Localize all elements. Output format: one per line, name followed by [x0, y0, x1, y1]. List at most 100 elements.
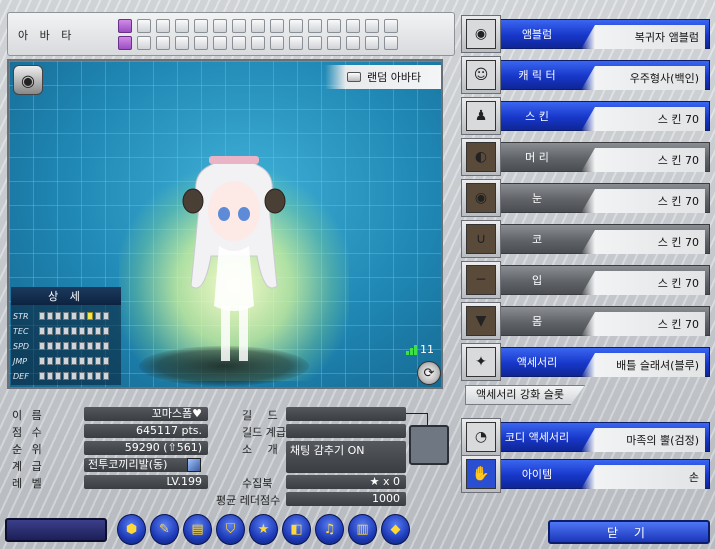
rotate-view-button[interactable]: ⟳: [417, 361, 441, 385]
stat-cell: [103, 357, 109, 365]
close-button[interactable]: 닫 기: [548, 520, 710, 544]
avatar-slot[interactable]: [327, 36, 341, 50]
avatar-slot[interactable]: [289, 36, 303, 50]
avatar-slot[interactable]: [175, 36, 189, 50]
ladder-value: 1000: [286, 492, 406, 506]
category-hair[interactable]: ◐ 머 리 스 킨 70: [461, 138, 710, 176]
toolbar-button[interactable]: ◆: [381, 514, 410, 545]
avatar-slot[interactable]: [346, 36, 360, 50]
stat-row: JMP: [13, 354, 109, 368]
checkbox[interactable]: [347, 72, 361, 82]
random-avatar-label: 랜덤 아바타: [367, 71, 422, 84]
category-value: 손: [581, 465, 705, 489]
hexagon-icon: ⬢: [125, 522, 138, 537]
toolbar-button[interactable]: ⛉: [216, 514, 245, 545]
intro-value: 채팅 감추기 ON: [286, 441, 406, 473]
avatar-slot[interactable]: [213, 36, 227, 50]
avatar-slot[interactable]: [251, 36, 265, 50]
signal-bars-icon: [406, 344, 417, 355]
category-label: 머 리: [525, 151, 549, 164]
stat-cell: [47, 312, 53, 320]
avatar-slot[interactable]: [232, 19, 246, 33]
avatar-slot[interactable]: [365, 19, 379, 33]
toolbar-button[interactable]: ◧: [282, 514, 311, 545]
card-icon: ◆: [390, 522, 401, 537]
avatar-slot[interactable]: [175, 19, 189, 33]
stat-cell: [55, 372, 61, 380]
toolbar-button[interactable]: ♫: [315, 514, 344, 545]
stat-cell: [103, 312, 109, 320]
stat-cell: [103, 342, 109, 350]
toolbar: ⬢ ✎ ▤ ⛉ ★ ◧ ♫ ▥ ◆: [117, 514, 410, 545]
avatar-slot[interactable]: [137, 36, 151, 50]
stat-cell: [79, 372, 85, 380]
avatar-slot[interactable]: [308, 19, 322, 33]
avatar-slot[interactable]: [270, 36, 284, 50]
category-icon-frame: ─: [461, 261, 501, 299]
stat-cell: [95, 327, 101, 335]
avatar-slot[interactable]: [384, 19, 398, 33]
avatar-slot[interactable]: [365, 36, 379, 50]
level-value: LV.199: [84, 475, 208, 489]
category-codi[interactable]: ◔ 코디 액세서리 마족의 뿔(검정): [461, 418, 710, 456]
avatar-slot[interactable]: [137, 19, 151, 33]
stat-cell: [95, 312, 101, 320]
chat-input-bar[interactable]: [5, 518, 107, 542]
stat-row: STR: [13, 309, 109, 323]
category-nose[interactable]: ∪ 코 스 킨 70: [461, 220, 710, 258]
avatar-slot[interactable]: [327, 19, 341, 33]
stat-label: STR: [13, 311, 29, 321]
toolbar-button[interactable]: ★: [249, 514, 278, 545]
category-icon-frame: ♟: [461, 97, 501, 135]
equipment-panel: 액세서리 강화 슬롯 ◉ 앰블럼 복귀자 앰블럼 ☺ 캐 릭 터 우주형사(백인) ♟ 스 킨…: [461, 15, 710, 495]
category-character[interactable]: ☺ 캐 릭 터 우주형사(백인): [461, 56, 710, 94]
nose-icon: ∪: [466, 224, 496, 254]
guild-value: [286, 407, 406, 421]
category-value: 스 킨 70: [581, 148, 705, 172]
category-item[interactable]: ✋ 아이템 손: [461, 455, 710, 493]
avatar-slot[interactable]: [270, 19, 284, 33]
toolbar-button[interactable]: ⬢: [117, 514, 146, 545]
category-body[interactable]: ▼ 몸 스 킨 70: [461, 302, 710, 340]
stat-cell: [87, 327, 93, 335]
skin-silhouette-icon: ♟: [466, 101, 496, 131]
stat-cell: [63, 312, 69, 320]
random-avatar-toggle[interactable]: 랜덤 아바타: [325, 65, 441, 89]
category-icon-frame: ∪: [461, 220, 501, 258]
avatar-slot[interactable]: [194, 36, 208, 50]
avatar-slot[interactable]: [384, 36, 398, 50]
category-eyes[interactable]: ◉ 눈 스 킨 70: [461, 179, 710, 217]
avatar-slot[interactable]: [156, 36, 170, 50]
toolbar-button[interactable]: ▥: [348, 514, 377, 545]
toolbar-button[interactable]: ✎: [150, 514, 179, 545]
avatar-slot[interactable]: [232, 36, 246, 50]
stat-cell: [63, 342, 69, 350]
hair-icon: ◐: [466, 142, 496, 172]
category-icon-frame: ✋: [461, 455, 501, 493]
toolbar-button[interactable]: ▤: [183, 514, 212, 545]
collection-label: 수집북: [242, 477, 273, 490]
avatar-slot[interactable]: [289, 19, 303, 33]
avatar-slot[interactable]: [118, 36, 132, 50]
accessory-enhance-slot[interactable]: 액세서리 강화 슬롯: [465, 385, 585, 405]
rank-value: 59290 (⇧561): [84, 441, 208, 455]
avatar-slot[interactable]: [308, 36, 322, 50]
avatar-slot[interactable]: [118, 19, 132, 33]
character-portrait-icon: ☺: [466, 60, 496, 90]
stat-cell: [87, 357, 93, 365]
avatar-slot[interactable]: [346, 19, 360, 33]
category-icon-frame: ▼: [461, 302, 501, 340]
avatar-slot[interactable]: [194, 19, 208, 33]
category-label: 몸: [531, 315, 543, 328]
avatar-slot[interactable]: [156, 19, 170, 33]
category-skin[interactable]: ♟ 스 킨 스 킨 70: [461, 97, 710, 135]
grade-badge-icon: [187, 458, 201, 472]
category-mouth[interactable]: ─ 입 스 킨 70: [461, 261, 710, 299]
category-emblem[interactable]: ◉ 앰블럼 복귀자 앰블럼: [461, 15, 710, 53]
character-model: [182, 156, 286, 361]
category-accessory[interactable]: ✦ 액세서리 배틀 슬래셔(블루): [461, 343, 710, 381]
avatar-slot[interactable]: [213, 19, 227, 33]
avatar-slot[interactable]: [251, 19, 265, 33]
stats-panel: 상 세 STR TEC SPD JMP DEF: [11, 287, 121, 385]
stat-cell: [95, 357, 101, 365]
